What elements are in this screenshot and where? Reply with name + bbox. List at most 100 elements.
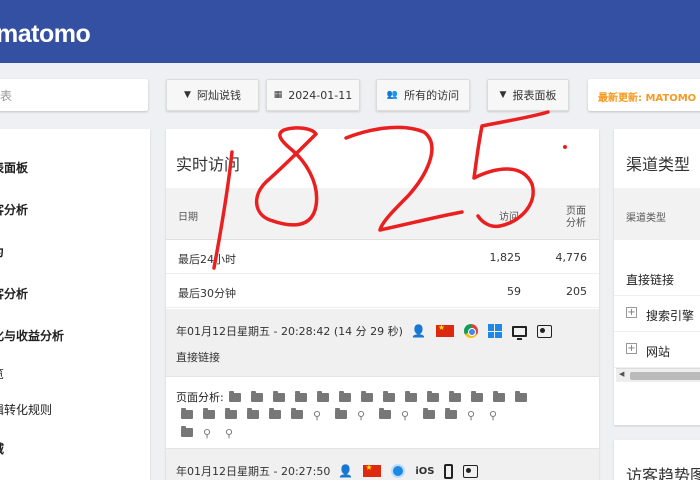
table-row[interactable]: 直接链接 <box>614 260 700 296</box>
folder-icon[interactable] <box>181 426 193 437</box>
search-placeholder: 表 <box>0 89 13 103</box>
visit-pageviews: 页面分析: ⚲ ⚲ ⚲ ⚲ ⚲ ⚲ ⚲ <box>166 377 599 449</box>
row-label: 最后24小时 <box>178 253 236 266</box>
folder-icon[interactable] <box>492 391 505 402</box>
folder-icon[interactable] <box>338 391 351 402</box>
dashboard-selector-button[interactable]: ▼ 报表面板 <box>487 79 569 111</box>
update-notice-text: 最新更新: MATOMO 5 <box>598 93 700 104</box>
table-row[interactable]: + 网站 <box>614 332 700 368</box>
folder-icon[interactable] <box>250 391 263 402</box>
china-flag-icon <box>363 463 382 477</box>
row-pageviews: 4,776 <box>555 251 588 264</box>
menu-item-goals-overview[interactable]: 览 <box>0 365 4 382</box>
menu-item-ecommerce[interactable]: 域 <box>0 440 4 457</box>
row-visits: 1,825 <box>489 251 522 264</box>
col-visits: 访问 <box>499 212 519 223</box>
visit-header: 年01月12日星期五 - 20:27:50 👤 iOS <box>176 463 479 479</box>
folder-icon[interactable] <box>404 391 417 402</box>
menu-search-input[interactable]: 表 <box>0 79 148 111</box>
calendar-icon: ▦ <box>273 90 283 100</box>
folder-icon[interactable] <box>294 391 307 402</box>
row-pageviews: 205 <box>566 285 587 298</box>
smartphone-icon <box>444 463 454 479</box>
folder-icon[interactable] <box>225 408 237 419</box>
table-header: 渠道类型 <box>614 188 700 240</box>
date-selector-label: 2024-01-11 <box>288 88 353 102</box>
widget-title: 实时访问 <box>176 155 241 174</box>
folder-icon[interactable] <box>291 408 303 419</box>
search-icon[interactable]: ⚲ <box>357 407 369 424</box>
expand-icon[interactable]: + <box>626 343 637 354</box>
returning-visitor-icon: 👤 <box>410 324 426 338</box>
safari-icon <box>391 464 406 478</box>
channel-label: 搜索引擎 <box>646 309 695 323</box>
menu-item-manage-goals[interactable]: 辑转化规则 <box>0 401 52 418</box>
pageview-icons: 页面分析: ⚲ ⚲ ⚲ ⚲ ⚲ ⚲ ⚲ <box>176 389 586 442</box>
top-header: matomo <box>0 0 700 63</box>
search-icon[interactable]: ⚲ <box>401 407 413 424</box>
folder-icon[interactable] <box>382 391 395 402</box>
date-selector-button[interactable]: ▦ 2024-01-11 <box>266 79 360 111</box>
ios-icon: iOS <box>415 465 435 477</box>
realtime-widget: 实时访问 日期 访问 页面 分析 最后24小时 1,825 4,776 最后30… <box>166 129 599 480</box>
visit-entry[interactable]: 年01月12日星期五 - 20:27:50 👤 iOS <box>166 449 599 480</box>
col-date: 日期 <box>178 212 198 223</box>
folder-icon[interactable] <box>514 391 527 402</box>
table-header: 日期 访问 页面 分析 <box>166 188 599 240</box>
desktop-icon <box>511 325 527 340</box>
folder-icon[interactable] <box>335 408 347 419</box>
search-icon[interactable]: ⚲ <box>489 407 501 424</box>
channel-label: 网站 <box>646 345 671 359</box>
horizontal-scrollbar[interactable] <box>616 368 700 382</box>
folder-icon[interactable] <box>360 391 373 402</box>
folder-icon[interactable] <box>269 408 281 419</box>
menu-item-behaviour[interactable]: 为 <box>0 243 4 260</box>
returning-visitor-icon: 👤 <box>338 464 354 478</box>
menu-item-dashboard[interactable]: 表面板 <box>0 159 28 176</box>
update-notice[interactable]: 最新更新: MATOMO 5 <box>588 79 700 111</box>
search-icon[interactable]: ⚲ <box>203 425 215 442</box>
search-icon[interactable]: ⚲ <box>467 407 479 424</box>
pageviews-label: 页面分析: <box>176 391 224 404</box>
segment-selector-label: 所有的访问 <box>404 89 460 102</box>
china-flag-icon <box>435 323 454 337</box>
col-pageviews-line2: 分析 <box>566 218 586 229</box>
folder-icon[interactable] <box>316 391 329 402</box>
menu-item-acquisition[interactable]: 客分析 <box>0 285 28 302</box>
row-visits: 59 <box>507 285 521 298</box>
folder-icon[interactable] <box>228 391 241 402</box>
visitor-profile-icon[interactable] <box>536 324 552 338</box>
dashboard-selector-label: 报表面板 <box>512 89 557 102</box>
folder-icon[interactable] <box>426 391 439 402</box>
visit-header: 年01月12日星期五 - 20:28:42 (14 分 29 秒) 👤 <box>176 323 552 340</box>
visitor-profile-icon[interactable] <box>463 464 479 478</box>
widget-title: 访客趋势图 <box>626 466 700 480</box>
windows-icon <box>487 324 502 338</box>
search-icon[interactable]: ⚲ <box>313 407 325 424</box>
folder-icon[interactable] <box>470 391 483 402</box>
table-row: 最后30分钟 59 205 <box>166 274 599 308</box>
visit-entry[interactable]: 年01月12日星期五 - 20:28:42 (14 分 29 秒) 👤 直接链接 <box>166 309 599 377</box>
site-selector-button[interactable]: ▼ 阿灿说钱 <box>166 79 259 111</box>
expand-icon[interactable]: + <box>626 307 637 318</box>
channel-label: 直接链接 <box>626 273 675 287</box>
menu-item-visitors[interactable]: 客分析 <box>0 201 28 218</box>
folder-icon[interactable] <box>445 408 457 419</box>
menu-item-goals[interactable]: 化与收益分析 <box>0 327 64 344</box>
caret-down-icon: ▼ <box>184 90 191 100</box>
visitor-trend-widget: 访客趋势图 <box>614 440 700 480</box>
folder-icon[interactable] <box>181 408 193 419</box>
matomo-logo[interactable]: matomo <box>0 20 91 49</box>
col-channel: 渠道类型 <box>626 213 666 224</box>
folder-icon[interactable] <box>272 391 285 402</box>
folder-icon[interactable] <box>423 408 435 419</box>
folder-icon[interactable] <box>448 391 461 402</box>
caret-down-icon: ▼ <box>499 90 507 100</box>
table-row: 最后24小时 1,825 4,776 <box>166 240 599 274</box>
table-row[interactable]: + 搜索引擎 <box>614 296 700 332</box>
segment-selector-button[interactable]: 👥 所有的访问 <box>376 79 470 111</box>
folder-icon[interactable] <box>203 408 215 419</box>
search-icon[interactable]: ⚲ <box>225 425 237 442</box>
folder-icon[interactable] <box>379 408 391 419</box>
folder-icon[interactable] <box>247 408 259 419</box>
